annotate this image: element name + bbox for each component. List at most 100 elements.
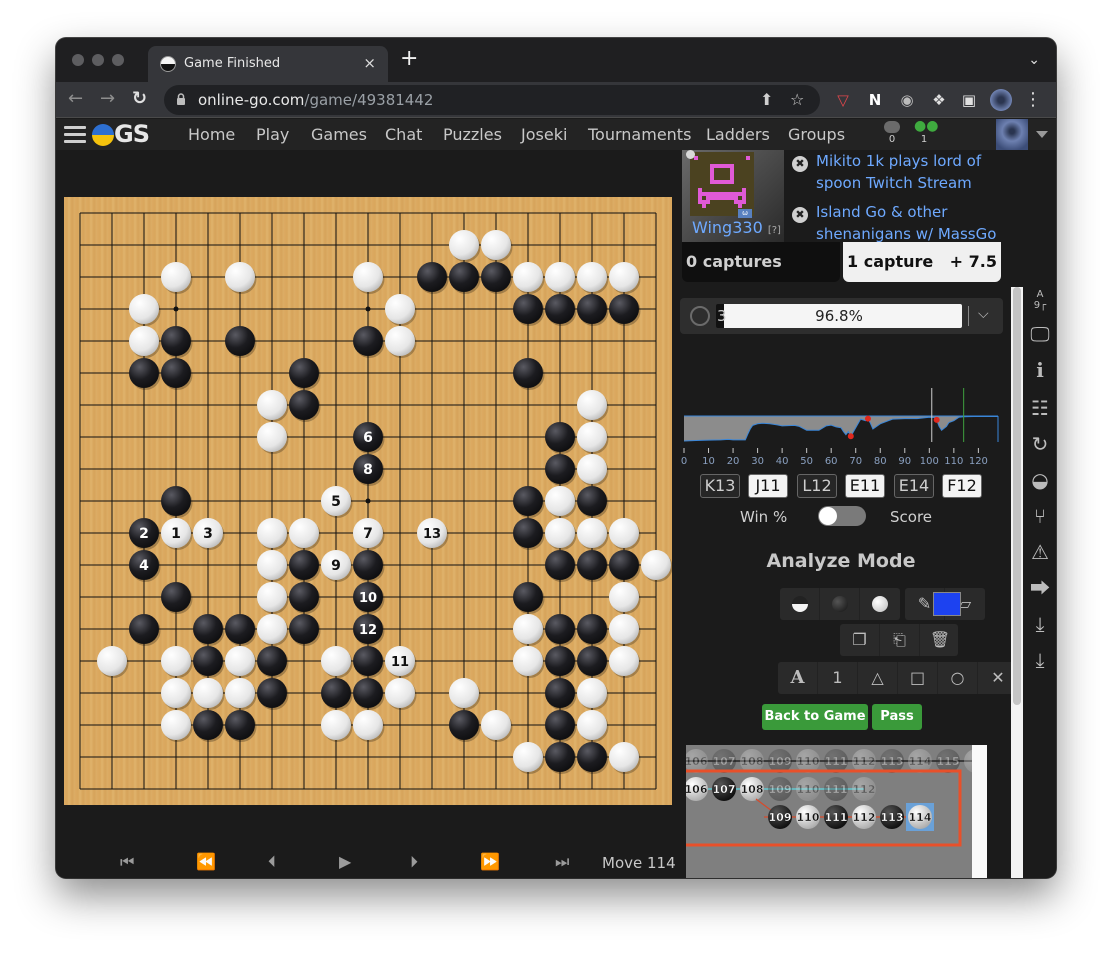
black-stone[interactable] [161,358,193,390]
black-stone[interactable] [353,550,385,582]
black-stone[interactable] [513,486,545,518]
black-stone[interactable] [353,678,385,710]
black-stone[interactable] [161,486,193,518]
white-stone[interactable] [129,294,161,326]
tree-node[interactable]: 111 [824,805,848,829]
white-stone[interactable] [513,742,545,774]
download-alt-icon[interactable]: ⤓ [1024,649,1056,671]
white-stone[interactable] [385,294,417,326]
camera-icon[interactable]: ◉ [896,89,918,111]
gauge-icon[interactable]: ◒ [1024,469,1056,491]
black-stone[interactable] [289,390,321,422]
white-stone[interactable] [609,582,641,614]
black-stone[interactable]: 6 [353,422,385,454]
black-stone[interactable] [545,550,577,582]
back-10-button[interactable]: ⏪ [196,854,216,870]
share-icon[interactable]: ⮕ [1024,577,1056,599]
kebab-menu-icon[interactable]: ⋮ [1022,89,1044,111]
forward-10-button[interactable]: ⏩ [480,854,500,870]
white-stone[interactable] [577,454,609,486]
tree-node[interactable]: 111 [824,777,848,801]
black-stone[interactable] [193,646,225,678]
black-stone-button[interactable] [820,588,860,620]
black-stone[interactable] [513,518,545,550]
tab-search-button[interactable]: ⌄ [1028,52,1040,68]
white-stone[interactable] [385,326,417,358]
close-window-button[interactable] [72,54,84,66]
black-stone[interactable] [225,614,257,646]
number-mark-button[interactable]: 1 [818,662,858,694]
white-stone[interactable]: 5 [321,486,353,518]
white-stone[interactable] [289,518,321,550]
black-stone[interactable] [481,262,513,294]
nav-joseki[interactable]: Joseki [521,125,567,144]
sidepanel-icon[interactable]: ▣ [958,89,980,111]
white-stone-button[interactable] [860,588,900,620]
draw-color-picker[interactable] [933,592,961,616]
black-stone[interactable] [417,262,449,294]
puzzle-icon[interactable]: ❖ [928,89,950,111]
user-menu-caret-icon[interactable] [1036,131,1048,138]
black-stone[interactable] [257,678,289,710]
nav-games[interactable]: Games [311,125,367,144]
black-stone[interactable] [289,358,321,390]
black-stone[interactable] [545,454,577,486]
black-stone[interactable] [321,678,353,710]
white-stone[interactable] [161,262,193,294]
close-stream-icon[interactable]: ✖ [792,156,808,172]
white-stone[interactable] [609,614,641,646]
warning-icon[interactable]: ⚠ [1024,541,1056,563]
suggested-move-chip[interactable]: J11 [748,474,788,498]
white-stone[interactable] [481,710,513,742]
forward-button[interactable]: → [100,90,115,108]
white-stone[interactable] [545,486,577,518]
profile-avatar[interactable] [990,89,1012,111]
user-avatar[interactable] [996,119,1028,150]
white-stone[interactable] [449,230,481,262]
black-stone[interactable] [129,358,161,390]
black-stone[interactable] [577,646,609,678]
black-stone[interactable]: 10 [353,582,385,614]
blunder-point[interactable] [847,433,854,440]
white-stone[interactable] [577,518,609,550]
white-stone[interactable] [545,518,577,550]
black-stone[interactable] [225,326,257,358]
white-stone[interactable] [577,390,609,422]
black-stone[interactable] [545,710,577,742]
white-stone[interactable]: 3 [193,518,225,550]
bookmark-star-icon[interactable]: ☆ [790,90,804,109]
nav-home[interactable]: Home [188,125,235,144]
move-tree[interactable]: 1061071081091101111121131141151106107108… [686,745,982,878]
black-stone[interactable] [449,262,481,294]
white-stone[interactable] [161,678,193,710]
white-stone[interactable] [609,742,641,774]
black-stone[interactable] [545,646,577,678]
black-stone[interactable] [609,550,641,582]
notion-icon[interactable]: N [864,89,886,111]
white-stone[interactable] [513,262,545,294]
white-stone[interactable] [225,678,257,710]
player-avatar[interactable]: ω [686,150,754,218]
tab-game-finished[interactable]: Game Finished × [148,46,388,82]
square-mark-button[interactable]: □ [898,662,938,694]
tree-node[interactable]: 106 [686,749,708,773]
black-stone[interactable] [577,550,609,582]
black-stone[interactable] [289,614,321,646]
white-stone[interactable] [609,262,641,294]
stream-title[interactable]: Island Go & other shenanigans w/ MassGo [816,201,1024,245]
black-stone[interactable] [577,294,609,326]
score-mode-toggle[interactable] [818,506,866,526]
move-tree-vertical-scrollbar[interactable] [972,745,987,878]
coordinates-toggle[interactable]: A 9┌ [1024,289,1056,311]
paste-button[interactable]: ⎗ [880,624,920,656]
black-stone[interactable] [545,614,577,646]
black-stone[interactable] [289,550,321,582]
white-stone[interactable] [97,646,129,678]
nav-chat[interactable]: Chat [385,125,422,144]
white-stone[interactable]: 13 [417,518,449,550]
circle-mark-button[interactable]: ○ [938,662,978,694]
black-stone[interactable] [225,710,257,742]
black-stone[interactable] [577,486,609,518]
maximize-window-button[interactable] [112,54,124,66]
back-to-game-button[interactable]: Back to Game [762,704,868,730]
